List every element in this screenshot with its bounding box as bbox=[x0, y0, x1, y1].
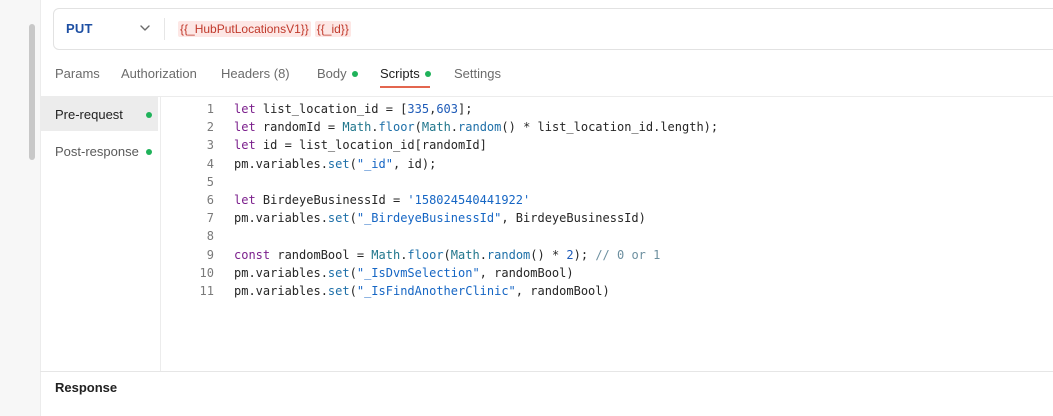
code-text: let BirdeyeBusinessId = '158024540441922… bbox=[234, 191, 530, 209]
script-nav-post-response[interactable]: Post-response bbox=[40, 134, 158, 168]
script-nav-pre-request[interactable]: Pre-request bbox=[40, 97, 158, 131]
code-token: () * list_location_id.length); bbox=[501, 120, 719, 135]
code-text: pm.variables.set("_id", id); bbox=[234, 155, 436, 173]
code-token: BirdeyeBusinessId = bbox=[262, 193, 408, 207]
code-token: randomBool = bbox=[277, 247, 372, 262]
code-token: . bbox=[479, 247, 487, 262]
code-token: random bbox=[458, 120, 502, 135]
code-token: ( bbox=[349, 284, 357, 298]
code-token: const bbox=[234, 247, 278, 262]
tab-scripts[interactable]: Scripts bbox=[380, 66, 431, 81]
code-token: . bbox=[371, 120, 379, 135]
code-token: "_IsFindAnotherClinic" bbox=[356, 284, 516, 298]
code-text: let id = list_location_id[randomId] bbox=[234, 136, 487, 154]
code-text: let randomId = Math.floor(Math.random() … bbox=[234, 118, 718, 136]
code-text: pm.variables.set("_BirdeyeBusinessId", B… bbox=[234, 209, 646, 227]
code-token: "_IsDvmSelection" bbox=[356, 265, 480, 280]
code-token: 603 bbox=[436, 102, 459, 116]
pre-request-indicator-dot bbox=[146, 112, 152, 118]
code-token: pm.variables. bbox=[234, 156, 328, 171]
line-number: 9 bbox=[206, 247, 214, 262]
code-text: pm.variables.set("_IsFindAnotherClinic",… bbox=[234, 282, 610, 300]
code-token: Math bbox=[421, 120, 451, 135]
code-token: floor bbox=[378, 120, 415, 135]
post-response-indicator-dot bbox=[146, 149, 152, 155]
url-bar: PUT {{_HubPutLocationsV1}} {{_id}} bbox=[53, 8, 1053, 50]
code-token: list_location_id = [ bbox=[262, 102, 408, 116]
code-token: , randomBool) bbox=[515, 284, 610, 298]
response-divider bbox=[40, 371, 1053, 372]
tab-body[interactable]: Body bbox=[317, 66, 358, 81]
code-token: ( bbox=[349, 156, 357, 171]
line-number: 5 bbox=[206, 174, 214, 189]
tab-params[interactable]: Params bbox=[55, 66, 100, 81]
active-tab-underline bbox=[380, 86, 430, 88]
url-variable[interactable]: {{_HubPutLocationsV1}} bbox=[178, 21, 311, 37]
code-token: ]; bbox=[458, 102, 473, 116]
code-token: let bbox=[234, 120, 263, 135]
code-token: Math bbox=[450, 247, 480, 262]
line-number: 2 bbox=[206, 120, 214, 135]
line-number: 8 bbox=[206, 229, 214, 244]
code-token: 335 bbox=[407, 102, 430, 116]
code-token: Math bbox=[342, 120, 372, 135]
code-token: pm.variables. bbox=[234, 265, 328, 280]
code-token: // 0 or 1 bbox=[595, 247, 661, 262]
line-number: 7 bbox=[206, 211, 214, 226]
code-text: pm.variables.set("_IsDvmSelection", rand… bbox=[234, 264, 574, 282]
code-token: ( bbox=[349, 265, 357, 280]
code-token: "_BirdeyeBusinessId" bbox=[356, 211, 502, 226]
code-token: , BirdeyeBusinessId) bbox=[501, 211, 646, 226]
code-token: set bbox=[327, 156, 350, 171]
code-token: let bbox=[234, 138, 263, 153]
code-token: "_id" bbox=[356, 156, 393, 171]
code-editor[interactable]: 1 let list_location_id = [335,603]; 2 let r… bbox=[160, 97, 1053, 371]
code-token: set bbox=[327, 284, 350, 298]
line-number: 1 bbox=[206, 102, 214, 116]
code-token: 2 bbox=[566, 247, 574, 262]
code-token: Math bbox=[371, 247, 401, 262]
url-divider bbox=[164, 18, 165, 40]
code-token: id = list_location_id[randomId] bbox=[262, 138, 487, 153]
tab-settings[interactable]: Settings bbox=[454, 66, 501, 81]
url-variable[interactable]: {{_id}} bbox=[314, 21, 351, 37]
code-token: , randomBool) bbox=[479, 265, 574, 280]
chevron-down-icon[interactable] bbox=[138, 21, 152, 35]
tab-authorization[interactable]: Authorization bbox=[121, 66, 197, 81]
code-token: ( bbox=[414, 120, 422, 135]
code-token: '158024540441922' bbox=[407, 193, 531, 207]
code-token: floor bbox=[407, 247, 444, 262]
code-token: random bbox=[486, 247, 531, 262]
code-text: let list_location_id = [335,603]; bbox=[234, 100, 472, 118]
code-token: () * bbox=[530, 247, 567, 262]
code-token: let bbox=[234, 193, 263, 207]
code-token: set bbox=[327, 265, 350, 280]
body-indicator-dot bbox=[351, 70, 358, 77]
code-token: . bbox=[450, 120, 459, 135]
script-nav: Pre-request Post-response bbox=[40, 97, 161, 371]
scripts-indicator-dot bbox=[424, 70, 431, 77]
line-number: 3 bbox=[206, 138, 214, 153]
code-token: pm.variables. bbox=[234, 284, 328, 298]
code-token: ( bbox=[443, 247, 451, 262]
line-number: 6 bbox=[206, 193, 214, 207]
code-token: , id); bbox=[392, 156, 437, 171]
code-token: ); bbox=[573, 247, 596, 262]
line-number: 11 bbox=[199, 284, 214, 298]
code-text: const randomBool = Math.floor(Math.rando… bbox=[234, 246, 660, 264]
code-token: pm.variables. bbox=[234, 211, 328, 226]
url-input[interactable]: {{_HubPutLocationsV1}} {{_id}} bbox=[178, 21, 351, 37]
scrollbar-thumb[interactable] bbox=[29, 24, 35, 160]
code-token: ( bbox=[349, 211, 357, 226]
line-number: 4 bbox=[206, 156, 214, 171]
line-number: 10 bbox=[199, 265, 214, 280]
code-token: let bbox=[234, 102, 263, 116]
response-title: Response bbox=[55, 380, 118, 395]
code-token: randomId = bbox=[262, 120, 343, 135]
method-select[interactable]: PUT bbox=[66, 21, 93, 36]
tab-headers[interactable]: Headers (8) bbox=[221, 66, 290, 81]
code-token: set bbox=[327, 211, 350, 226]
